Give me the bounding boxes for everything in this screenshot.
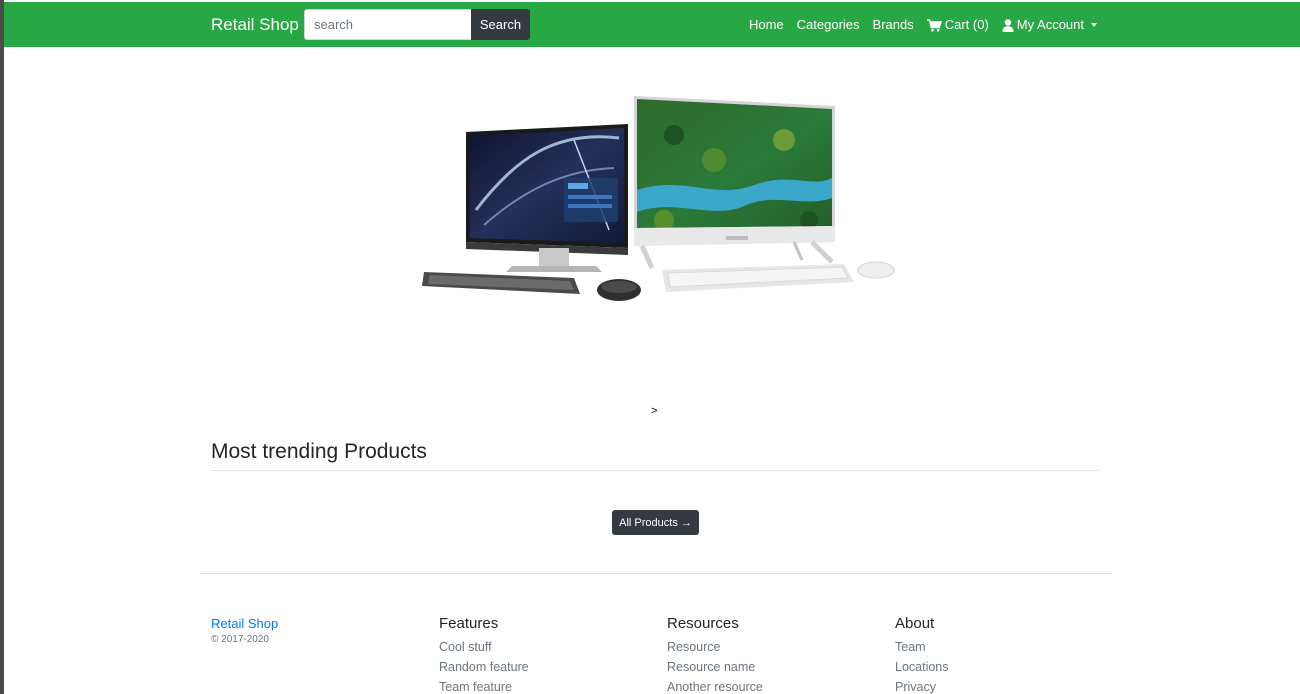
footer-heading: Features [439, 615, 499, 632]
search-button[interactable]: Search [471, 9, 530, 40]
footer-heading: About [895, 615, 935, 632]
navbar: Retail Shop Search Home Categories Brand… [4, 2, 1300, 47]
footer-link[interactable]: Resource name [667, 660, 755, 674]
footer-link[interactable]: Random feature [439, 660, 529, 674]
footer-brand-link[interactable]: Retail Shop [211, 616, 278, 631]
account-label: My Account [1016, 17, 1084, 32]
trending-title: Most trending Products [211, 440, 427, 463]
footer-divider [200, 573, 1112, 574]
footer-link[interactable]: Locations [895, 660, 949, 674]
footer-heading: Resources [667, 615, 739, 632]
nav-cart[interactable]: Cart (0) [926, 17, 989, 33]
page: Retail Shop Search Home Categories Brand… [4, 0, 1300, 694]
footer-link[interactable]: Team [895, 640, 926, 654]
footer-link[interactable]: Resource [667, 640, 721, 654]
footer-column-features: Features Cool stuff Random feature Team … [439, 615, 529, 694]
search-input[interactable] [304, 9, 472, 40]
nav-brands[interactable]: Brands [873, 17, 914, 33]
all-products-button[interactable]: All Products → [612, 510, 699, 535]
footer-link[interactable]: Another resource [667, 680, 763, 694]
footer-column-resources: Resources Resource Resource name Another… [667, 615, 763, 694]
cart-icon [926, 18, 942, 31]
nav-links: Home Categories Brands Cart (0) My Accou… [736, 17, 1097, 33]
nav-home[interactable]: Home [749, 17, 784, 33]
nav-account[interactable]: My Account [1002, 17, 1097, 33]
user-icon [1002, 18, 1014, 32]
nav-categories[interactable]: Categories [797, 17, 860, 33]
footer-copyright: © 2017-2020 [211, 634, 269, 645]
caret-down-icon [1091, 23, 1097, 27]
footer-link[interactable]: Privacy [895, 680, 936, 694]
brand-link[interactable]: Retail Shop [211, 15, 299, 35]
section-divider [211, 470, 1100, 471]
footer-column-about: About Team Locations Privacy [895, 615, 949, 694]
footer-link[interactable]: Cool stuff [439, 640, 492, 654]
carousel-next-control[interactable]: > [651, 405, 657, 417]
footer-link[interactable]: Team feature [439, 680, 512, 694]
cart-label: Cart (0) [944, 17, 989, 32]
hero-image [422, 96, 895, 301]
